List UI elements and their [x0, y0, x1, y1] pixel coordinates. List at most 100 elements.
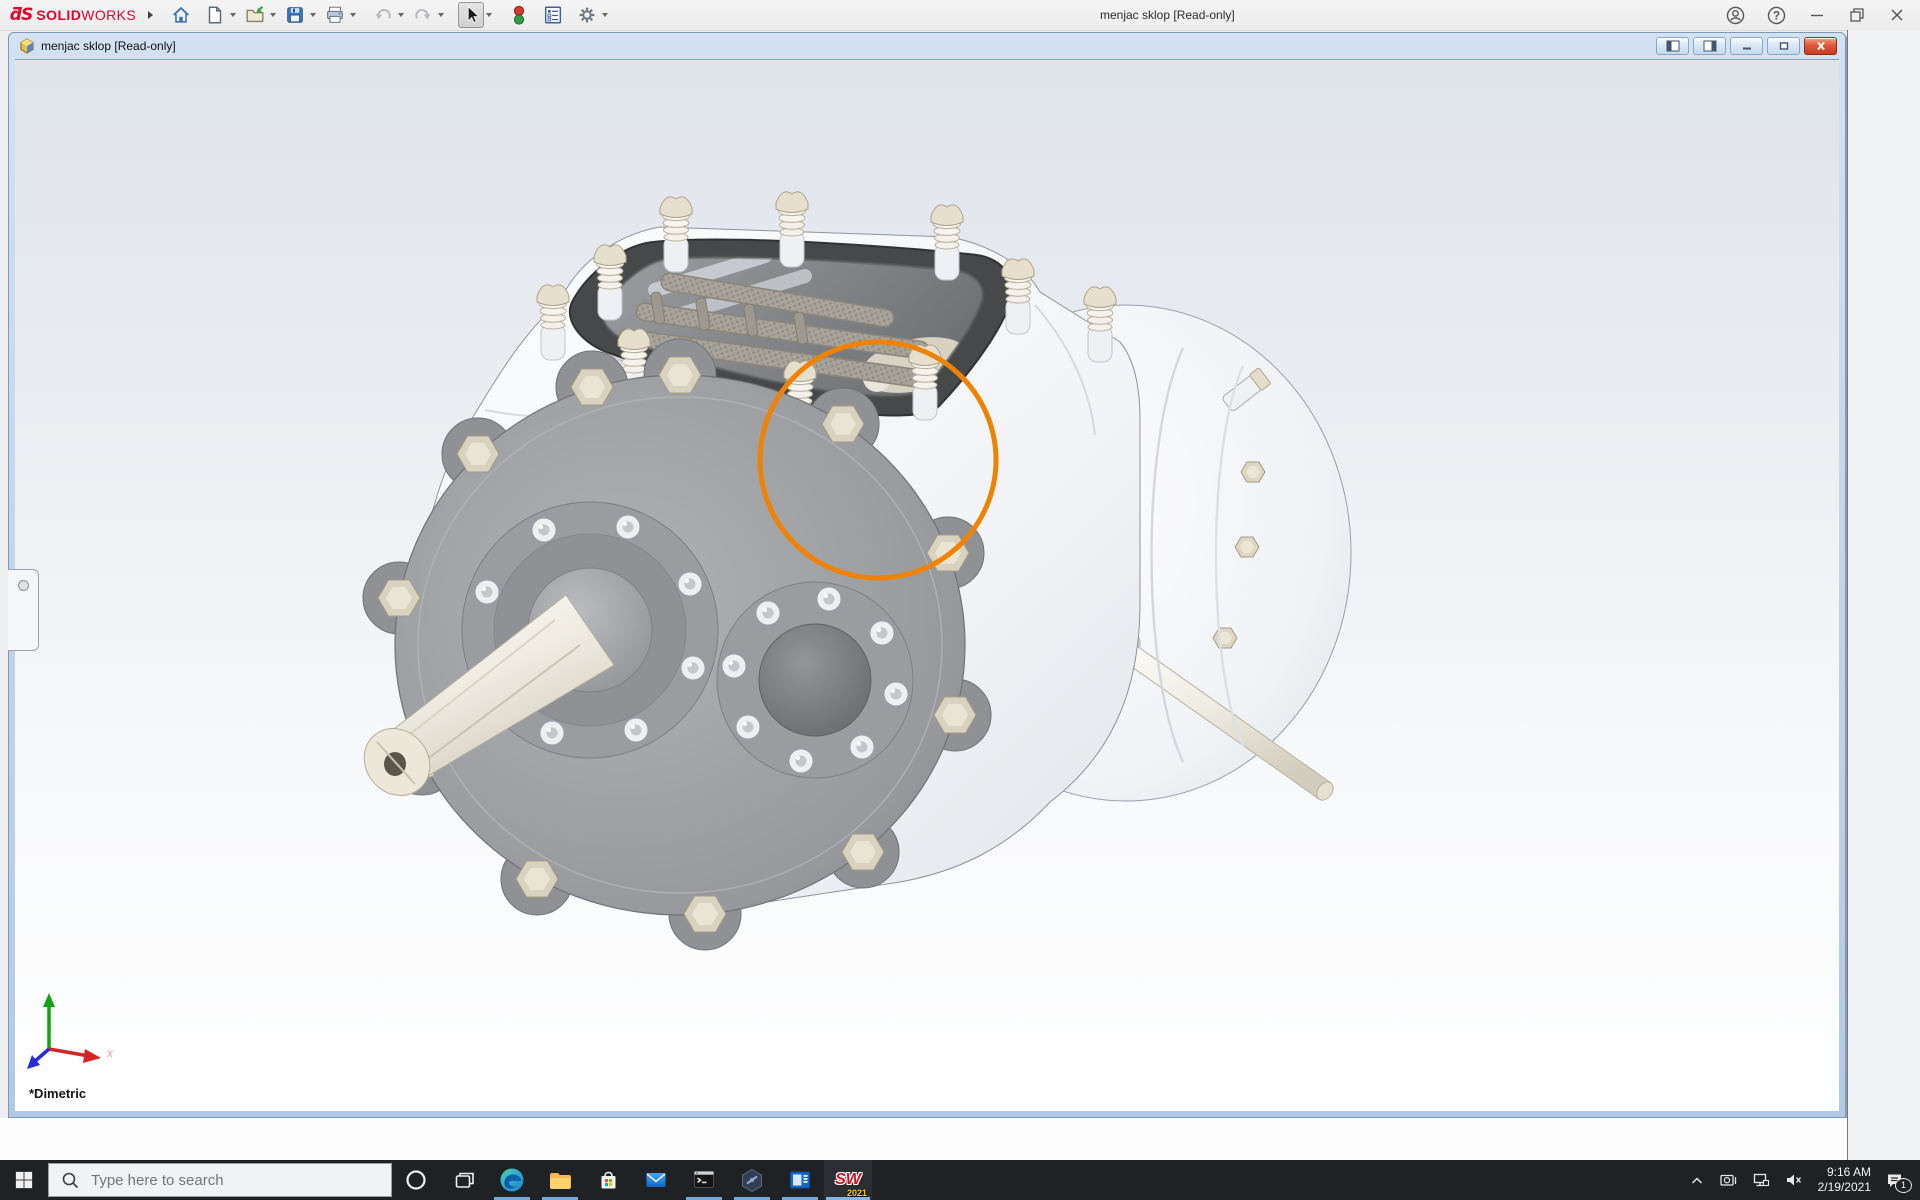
properties-button[interactable]	[540, 2, 566, 28]
mail-icon	[646, 1173, 666, 1187]
view-orientation-label: *Dimetric	[29, 1086, 87, 1101]
save-dropdown[interactable]	[310, 13, 316, 17]
interference-check-button[interactable]	[506, 2, 532, 28]
redo-icon	[415, 9, 431, 20]
featuremanager-collapsed-tab[interactable]	[8, 569, 39, 651]
help-button[interactable]: ?	[1767, 6, 1786, 25]
ds-logo-mark: ƌS	[10, 5, 33, 25]
restore-button[interactable]	[1848, 6, 1866, 24]
app-titlebar: ƌS SOLID WORKS menjac sklop [Read-only] …	[0, 0, 1920, 31]
doc-restore-icon	[1779, 42, 1788, 50]
cortana-button[interactable]	[392, 1160, 440, 1200]
home-button[interactable]	[168, 2, 194, 28]
taskbar-clock[interactable]: 9:16 AM 2/19/2021	[1810, 1165, 1879, 1195]
clock-time: 9:16 AM	[1826, 1165, 1871, 1179]
print-button[interactable]	[322, 2, 348, 28]
windows-taskbar: SW 2021	[0, 1160, 1920, 1200]
file-explorer-icon	[550, 1173, 571, 1189]
main-toolbar	[168, 2, 614, 28]
action-center-button[interactable]: 1	[1879, 1160, 1916, 1200]
taskbar-app-microsoft-store[interactable]	[584, 1160, 632, 1200]
redo-dropdown[interactable]	[438, 13, 444, 17]
minimize-icon	[1811, 14, 1823, 17]
document-title: menjac sklop [Read-only]	[41, 39, 176, 53]
tablet-workspace-button[interactable]	[1712, 1160, 1745, 1200]
print-dropdown[interactable]	[350, 13, 356, 17]
hexagon-app-icon	[742, 1168, 762, 1193]
task-view-button[interactable]	[440, 1160, 488, 1200]
solidworks-logo: ƌS SOLID WORKS	[10, 0, 154, 30]
new-document-button[interactable]	[202, 2, 228, 28]
pane-left-icon	[1666, 40, 1679, 52]
taskbar-app-media[interactable]	[776, 1160, 824, 1200]
taskbar-app-solidworks[interactable]: SW 2021	[824, 1160, 872, 1200]
viewport-canvas[interactable]: x *Dimetric	[15, 59, 1839, 1111]
close-icon	[1891, 9, 1903, 21]
open-button[interactable]	[242, 2, 268, 28]
notification-badge: 1	[1895, 1178, 1912, 1193]
task-view-icon	[455, 1172, 474, 1188]
minimize-button[interactable]	[1808, 6, 1826, 24]
assembly-document-icon	[20, 38, 34, 54]
undo-icon	[375, 9, 391, 20]
solidworks-2021-icon: SW 2021	[835, 1171, 867, 1198]
app-title: menjac sklop [Read-only]	[1100, 8, 1235, 22]
options-dropdown[interactable]	[602, 13, 608, 17]
new-document-dropdown[interactable]	[230, 13, 236, 17]
save-icon	[287, 7, 303, 23]
doc-minimize-icon	[1742, 47, 1751, 50]
cover-bearing-cap	[716, 581, 914, 779]
orientation-triad: x	[27, 993, 114, 1069]
select-tool-dropdown[interactable]	[486, 13, 492, 17]
help-icon: ?	[1767, 6, 1786, 24]
taskbar-app-edge[interactable]	[488, 1160, 536, 1200]
doc-restore-button[interactable]	[1767, 37, 1800, 55]
show-right-pane-button[interactable]	[1693, 37, 1726, 55]
print-icon	[327, 6, 343, 23]
gear-icon	[579, 7, 595, 23]
media-app-icon	[790, 1171, 810, 1189]
account-button[interactable]	[1726, 6, 1745, 25]
doc-close-button[interactable]	[1804, 37, 1837, 55]
redo-button[interactable]	[410, 2, 436, 28]
open-dropdown[interactable]	[270, 13, 276, 17]
pane-right-icon	[1703, 40, 1716, 52]
command-prompt-icon	[694, 1171, 714, 1188]
menu-flyout-arrow-icon[interactable]	[148, 11, 154, 19]
doc-minimize-button[interactable]	[1730, 37, 1763, 55]
taskbar-search[interactable]	[48, 1163, 392, 1197]
traffic-light-icon	[513, 5, 525, 25]
hidden-icons-button[interactable]	[1682, 1160, 1712, 1200]
save-button[interactable]	[282, 2, 308, 28]
tablet-pen-icon	[1719, 1174, 1736, 1186]
edge-icon	[500, 1168, 524, 1192]
triad-x-label: x	[106, 1046, 114, 1060]
volume-button[interactable]	[1777, 1160, 1810, 1200]
properties-form-icon	[544, 6, 562, 24]
taskbar-app-hexagon[interactable]	[728, 1160, 776, 1200]
document-window: menjac sklop [Read-only] x *Dimetric	[8, 32, 1846, 1118]
svg-text:?: ?	[1773, 9, 1780, 22]
options-button[interactable]	[574, 2, 600, 28]
new-document-icon	[208, 6, 222, 24]
start-button[interactable]	[0, 1160, 48, 1200]
select-tool-button[interactable]	[458, 2, 484, 28]
clock-date: 2/19/2021	[1817, 1180, 1871, 1194]
show-left-pane-button[interactable]	[1656, 37, 1689, 55]
close-button[interactable]	[1888, 6, 1906, 24]
pane-pin-icon	[17, 580, 29, 591]
open-folder-icon	[246, 5, 264, 23]
cortana-icon	[406, 1170, 426, 1190]
document-titlebar[interactable]: menjac sklop [Read-only]	[15, 33, 1839, 59]
taskbar-app-file-explorer[interactable]	[536, 1160, 584, 1200]
undo-dropdown[interactable]	[398, 13, 404, 17]
microsoft-store-icon	[601, 1171, 615, 1188]
taskbar-app-mail[interactable]	[632, 1160, 680, 1200]
taskbar-app-command-prompt[interactable]	[680, 1160, 728, 1200]
volume-muted-icon	[1786, 1174, 1801, 1186]
home-icon	[173, 6, 189, 23]
restore-icon	[1850, 8, 1864, 22]
search-input[interactable]	[89, 1170, 353, 1190]
network-button[interactable]	[1745, 1160, 1777, 1200]
undo-button[interactable]	[370, 2, 396, 28]
